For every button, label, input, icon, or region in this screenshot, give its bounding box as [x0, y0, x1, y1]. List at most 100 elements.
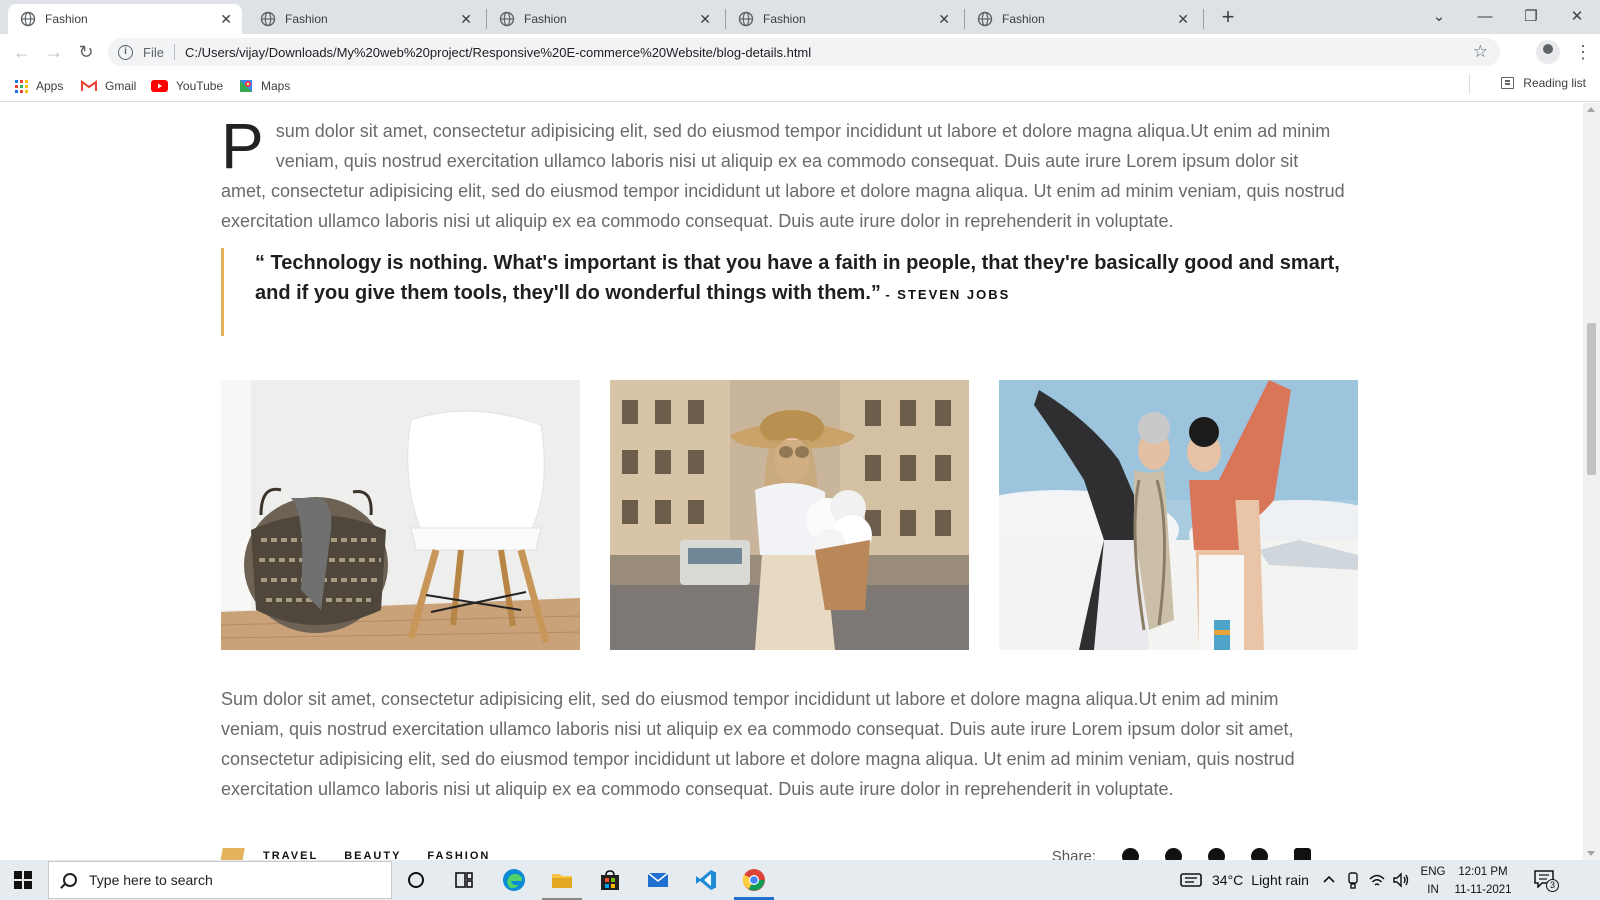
article-image-woman-flowers — [610, 380, 969, 650]
bookmark-label: Gmail — [105, 79, 137, 93]
tab-title: Fashion — [524, 12, 567, 26]
store-icon[interactable] — [598, 868, 622, 892]
profile-avatar-icon[interactable] — [1536, 40, 1560, 64]
url-scheme-label: File — [143, 44, 164, 60]
close-icon[interactable]: ✕ — [460, 11, 472, 27]
close-icon[interactable]: ✕ — [1177, 11, 1189, 27]
youtube-icon[interactable] — [1294, 848, 1311, 860]
new-tab-button[interactable]: + — [1217, 6, 1239, 29]
bookmark-gmail[interactable]: Gmail — [81, 76, 136, 96]
reading-list-button[interactable]: Reading list — [1501, 76, 1586, 90]
search-icon — [63, 873, 77, 887]
gmail-icon — [81, 80, 97, 91]
quote-text: “ Technology is nothing. What's importan… — [255, 252, 1340, 304]
bookmark-star-icon[interactable]: ☆ — [1473, 42, 1488, 62]
meet-now-icon[interactable] — [1346, 871, 1360, 889]
tab-title: Fashion — [285, 12, 328, 26]
bookmark-label: YouTube — [176, 79, 224, 93]
windows-taskbar: Type here to search 34°C Light rain ENG … — [0, 860, 1600, 900]
tab-search-button[interactable]: ⌄ — [1416, 4, 1462, 30]
reload-button[interactable]: ↻ — [74, 40, 98, 64]
twitter-icon[interactable] — [1165, 848, 1182, 860]
volume-icon[interactable] — [1392, 871, 1410, 889]
instagram-icon[interactable] — [1251, 848, 1268, 860]
info-icon[interactable]: i — [118, 44, 133, 60]
scrollbar-thumb[interactable] — [1587, 323, 1596, 475]
bookmark-youtube[interactable]: YouTube — [151, 76, 223, 96]
minimize-button[interactable]: — — [1462, 4, 1508, 30]
tab-fashion-5[interactable]: Fashion ✕ — [965, 4, 1199, 34]
weather-icon — [1180, 873, 1202, 887]
close-icon[interactable]: ✕ — [938, 11, 950, 27]
blockquote: “ Technology is nothing. What's importan… — [221, 248, 1346, 336]
forward-button[interactable]: → — [42, 40, 66, 64]
restore-button[interactable]: ❐ — [1508, 4, 1554, 30]
share-label: Share: — [1051, 848, 1096, 860]
weather-temp: 34°C — [1212, 872, 1244, 888]
bookmark-label: Apps — [36, 79, 64, 93]
reading-list-icon — [1501, 77, 1515, 89]
globe-icon — [738, 11, 754, 27]
chevron-up-icon[interactable] — [1322, 874, 1336, 884]
facebook-icon[interactable] — [1122, 848, 1139, 860]
quote-author: - STEVEN JOBS — [885, 287, 1011, 302]
pinterest-icon[interactable] — [1208, 848, 1225, 860]
bookmark-apps[interactable]: Apps — [15, 76, 63, 96]
search-placeholder: Type here to search — [89, 872, 213, 888]
tag-list: TRAVEL BEAUTY FASHION — [263, 850, 490, 860]
tab-fashion-3[interactable]: Fashion ✕ — [487, 4, 721, 34]
taskbar-search-box[interactable]: Type here to search — [48, 861, 392, 899]
scroll-down-arrow-icon[interactable] — [1587, 851, 1595, 856]
bookmark-maps[interactable]: Maps — [239, 76, 290, 96]
globe-icon — [977, 11, 993, 27]
tab-title: Fashion — [763, 12, 806, 26]
article-paragraph: Sum dolor sit amet, consectetur adipisic… — [221, 689, 1295, 799]
vscode-icon[interactable] — [694, 868, 718, 892]
tab-fashion-2[interactable]: Fashion ✕ — [248, 4, 482, 34]
globe-icon — [20, 11, 36, 27]
article-image-basket-chair — [221, 380, 580, 650]
bookmarks-bar: Apps Gmail YouTube Maps Reading list — [0, 70, 1600, 102]
tag-link[interactable]: TRAVEL — [263, 850, 318, 860]
window-close-button[interactable]: ✕ — [1554, 4, 1600, 30]
bookmark-label: Maps — [261, 79, 291, 93]
url-text[interactable]: C:/Users/vijay/Downloads/My%20web%20proj… — [185, 45, 811, 60]
mail-icon[interactable] — [646, 868, 670, 892]
file-explorer-icon[interactable] — [550, 868, 574, 892]
globe-icon — [499, 11, 515, 27]
page-viewport: Psum dolor sit amet, consectetur adipisi… — [0, 103, 1583, 860]
tab-fashion-4[interactable]: Fashion ✕ — [726, 4, 960, 34]
language-indicator[interactable]: ENG IN — [1418, 863, 1448, 899]
browser-tab-strip: Fashion ✕ Fashion ✕ Fashion ✕ Fashion ✕ … — [0, 0, 1600, 34]
cortana-icon[interactable] — [404, 868, 428, 892]
windows-start-icon[interactable] — [14, 871, 32, 889]
address-bar[interactable]: i File C:/Users/vijay/Downloads/My%20web… — [108, 38, 1500, 66]
tag-link[interactable]: FASHION — [427, 850, 490, 860]
article-footer: TRAVEL BEAUTY FASHION Share: — [219, 848, 1346, 860]
close-icon[interactable]: ✕ — [220, 11, 232, 27]
tag-icon — [219, 848, 245, 860]
notifications-button[interactable]: 3 — [1534, 870, 1560, 892]
chrome-icon[interactable] — [742, 868, 766, 892]
browser-toolbar: ← → ↻ i File C:/Users/vijay/Downloads/My… — [0, 34, 1600, 70]
omnibox-divider — [173, 44, 175, 60]
weather-condition: Light rain — [1251, 872, 1309, 888]
tab-title: Fashion — [1002, 12, 1045, 26]
system-clock[interactable]: 12:01 PM 11-11-2021 — [1450, 863, 1516, 899]
wifi-icon[interactable] — [1368, 871, 1386, 889]
edge-icon[interactable] — [502, 868, 526, 892]
weather-widget[interactable]: 34°C Light rain — [1180, 860, 1309, 900]
scroll-up-arrow-icon[interactable] — [1587, 107, 1595, 112]
task-view-icon[interactable] — [452, 868, 476, 892]
clock-date: 11-11-2021 — [1454, 884, 1512, 896]
back-button[interactable]: ← — [10, 40, 34, 64]
page-scrollbar[interactable] — [1583, 103, 1600, 860]
clock-time: 12:01 PM — [1458, 866, 1508, 878]
notification-badge: 3 — [1546, 879, 1559, 892]
maps-icon — [240, 80, 252, 92]
apps-grid-icon — [15, 79, 28, 93]
tag-link[interactable]: BEAUTY — [344, 850, 401, 860]
tab-fashion-1[interactable]: Fashion ✕ — [8, 4, 242, 34]
browser-menu-icon[interactable]: ⋮ — [1574, 40, 1592, 64]
close-icon[interactable]: ✕ — [699, 11, 711, 27]
